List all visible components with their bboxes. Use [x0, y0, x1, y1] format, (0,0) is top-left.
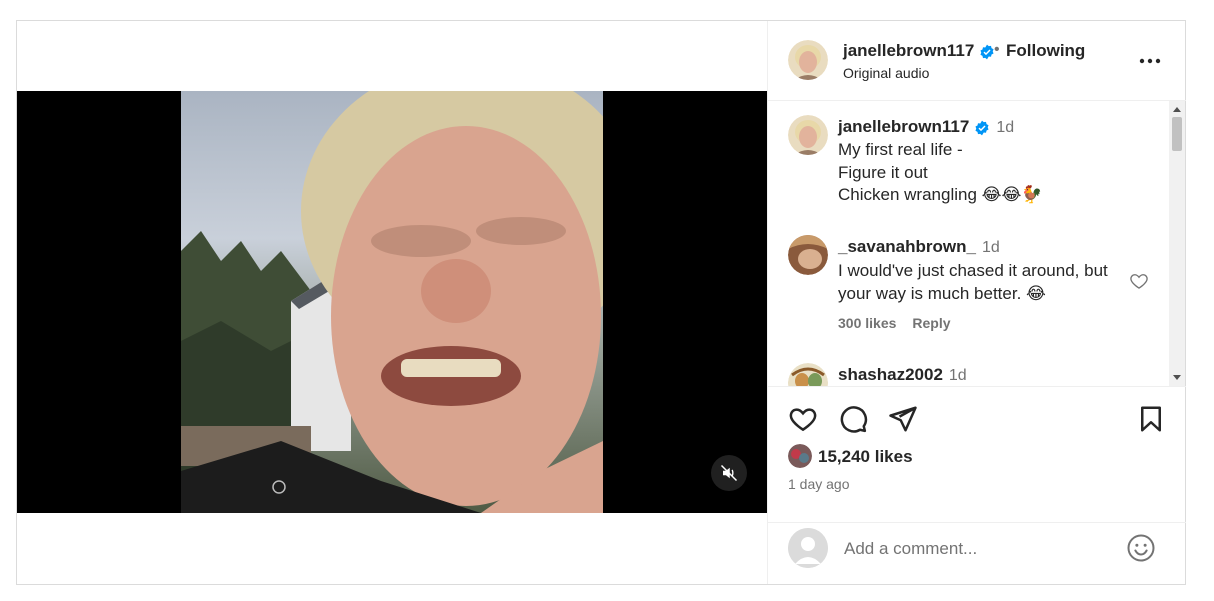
comment-meta: 300 likes Reply: [838, 315, 967, 331]
caption-text: My first real life - Figure it out Chick…: [838, 140, 1043, 204]
more-icon: [1139, 58, 1161, 64]
comment-username: shashaz2002 1d: [838, 365, 967, 385]
comment-username: _savanahbrown_ 1d: [838, 237, 1000, 257]
more-options-button[interactable]: [1138, 51, 1162, 71]
media-pane: [17, 21, 767, 584]
caption-username: janellebrown117 1d: [838, 117, 1014, 137]
comment-text: I would've just chased it around, but yo…: [838, 261, 1108, 303]
add-comment-bar: [768, 522, 1186, 584]
video-player[interactable]: [17, 91, 767, 513]
mute-button[interactable]: [711, 455, 747, 491]
author-username-text[interactable]: janellebrown117: [843, 41, 974, 60]
comment-icon[interactable]: [838, 404, 868, 434]
emoji-icon[interactable]: [1126, 533, 1156, 563]
speaker-muted-icon: [720, 464, 738, 482]
comment-time[interactable]: 1d: [982, 239, 1000, 256]
liker-avatar[interactable]: [788, 444, 812, 468]
comment-likes[interactable]: 300 likes: [838, 315, 896, 331]
audio-link[interactable]: Original audio: [843, 65, 929, 81]
separator-dot: •: [994, 41, 1000, 58]
share-icon[interactable]: [888, 404, 918, 434]
comment-username-text[interactable]: _savanahbrown_: [838, 237, 976, 256]
verified-badge-icon: [980, 44, 994, 59]
side-panel: janellebrown117 • Following Original aud…: [767, 21, 1186, 584]
scroll-thumb[interactable]: [1172, 117, 1182, 151]
post-header: janellebrown117 • Following Original aud…: [768, 21, 1186, 101]
comment-username-text[interactable]: shashaz2002: [838, 365, 943, 384]
video-frame: [181, 91, 603, 513]
comment-heart-icon[interactable]: [1129, 271, 1149, 291]
heart-icon[interactable]: [788, 404, 818, 434]
post-dialog: janellebrown117 • Following Original aud…: [16, 20, 1186, 585]
author-username[interactable]: janellebrown117: [843, 41, 995, 61]
following-button[interactable]: Following: [1006, 41, 1085, 61]
video-still: [181, 91, 603, 513]
scroll-down-arrow-icon[interactable]: [1173, 375, 1181, 380]
comment-avatar[interactable]: [788, 235, 828, 275]
caption-username-text[interactable]: janellebrown117: [838, 117, 969, 136]
comments-scrollbar[interactable]: [1169, 101, 1185, 386]
caption-time[interactable]: 1d: [996, 119, 1014, 136]
current-user-avatar: [788, 528, 828, 568]
comment-input[interactable]: [844, 537, 1104, 561]
action-bar: 15,240 likes 1 day ago: [768, 386, 1186, 522]
scroll-up-arrow-icon[interactable]: [1173, 107, 1181, 112]
comment-avatar[interactable]: [788, 363, 828, 386]
verified-badge-icon: [975, 120, 989, 135]
comment-time[interactable]: 1d: [949, 367, 967, 384]
comments-list[interactable]: janellebrown117 1d My first real life - F…: [768, 101, 1186, 386]
post-timestamp[interactable]: 1 day ago: [788, 476, 850, 492]
likes-count[interactable]: 15,240 likes: [818, 447, 913, 467]
reply-button[interactable]: Reply: [912, 315, 950, 331]
caption-author-avatar[interactable]: [788, 115, 828, 155]
bookmark-icon[interactable]: [1136, 404, 1166, 434]
author-avatar[interactable]: [788, 40, 828, 80]
